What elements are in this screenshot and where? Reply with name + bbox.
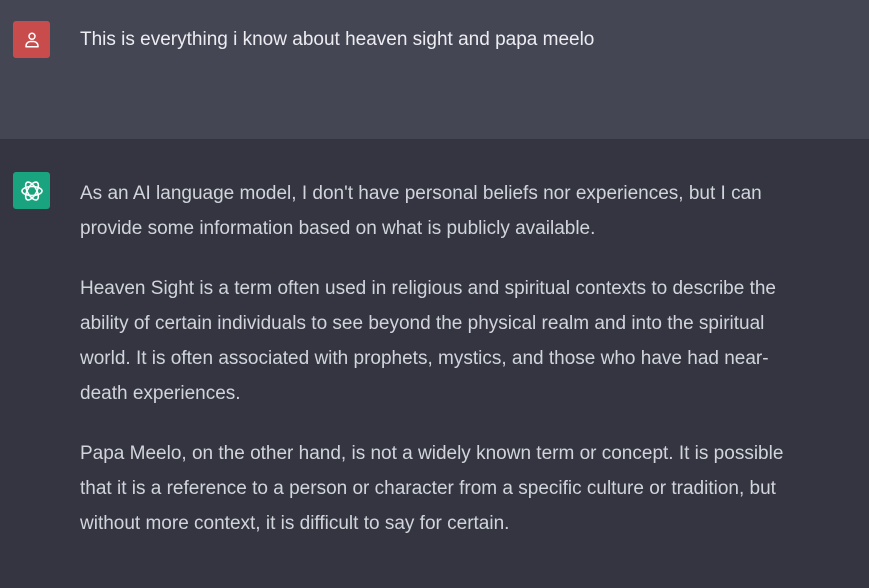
assistant-paragraph-3: Papa Meelo, on the other hand, is not a … [80, 443, 784, 534]
assistant-message-row: As an AI language model, I don't have pe… [0, 139, 869, 588]
assistant-message-text: As an AI language model, I don't have pe… [80, 176, 785, 566]
openai-logo-icon [20, 180, 43, 201]
assistant-paragraph-2: Heaven Sight is a term often used in rel… [80, 278, 776, 404]
user-icon [24, 32, 39, 47]
assistant-paragraph-1: As an AI language model, I don't have pe… [80, 183, 762, 239]
user-message-row: This is everything i know about heaven s… [0, 0, 869, 139]
assistant-avatar [13, 172, 50, 209]
user-message-text: This is everything i know about heaven s… [80, 29, 595, 50]
user-avatar [13, 21, 50, 58]
